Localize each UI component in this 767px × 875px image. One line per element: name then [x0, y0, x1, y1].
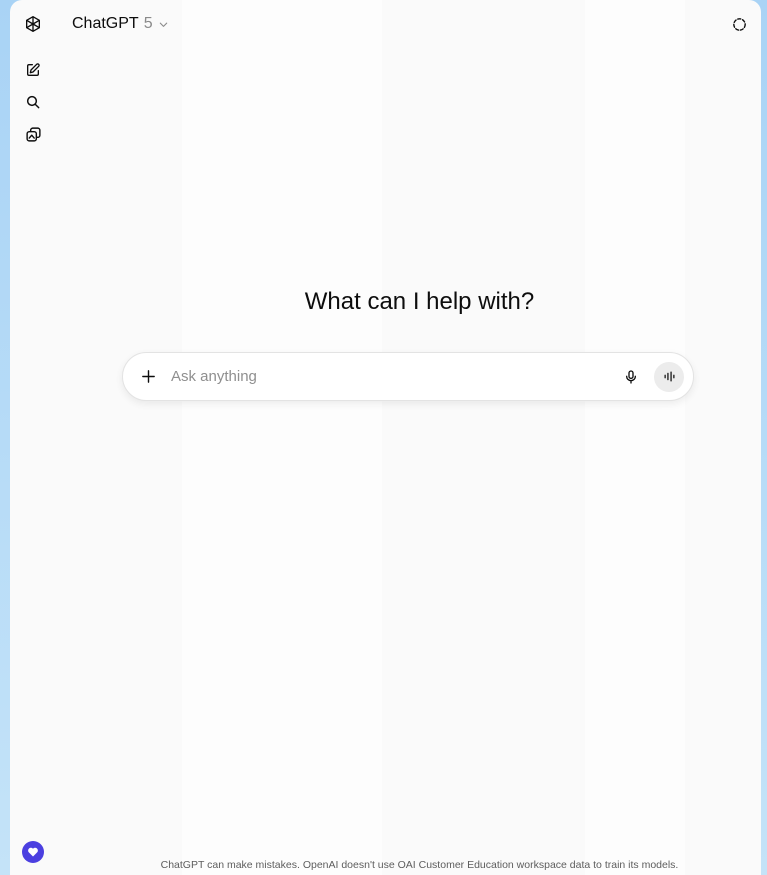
model-name: ChatGPT [72, 15, 139, 32]
model-version: 5 [143, 15, 153, 32]
search-icon[interactable] [19, 88, 47, 116]
plus-icon [141, 370, 155, 383]
background-band [585, 0, 685, 875]
voice-waveform-icon [664, 371, 674, 382]
chat-window: ChatGPT 5 What can I help with? Ask anyt… [10, 0, 761, 875]
page-title: What can I help with? [304, 288, 535, 315]
help-badge[interactable] [22, 841, 44, 863]
temporary-chat-icon[interactable] [725, 10, 753, 38]
heart-icon [28, 847, 38, 857]
microphone-icon [626, 369, 636, 384]
prompt-input[interactable] [169, 360, 616, 393]
chevron-down-icon [159, 22, 167, 27]
model-switcher[interactable]: ChatGPT 5 [64, 9, 177, 39]
background-band [182, 0, 382, 875]
composer [122, 352, 694, 401]
voice-mode-button[interactable] [654, 361, 684, 392]
new-chat-icon[interactable] [19, 56, 47, 84]
disclaimer-text: ChatGPT can make mistakes. OpenAI doesn'… [160, 859, 679, 871]
library-icon[interactable] [19, 120, 47, 148]
openai-logo-icon[interactable] [19, 10, 47, 38]
dictate-button[interactable] [616, 362, 646, 392]
add-attachment-button[interactable] [133, 362, 163, 392]
